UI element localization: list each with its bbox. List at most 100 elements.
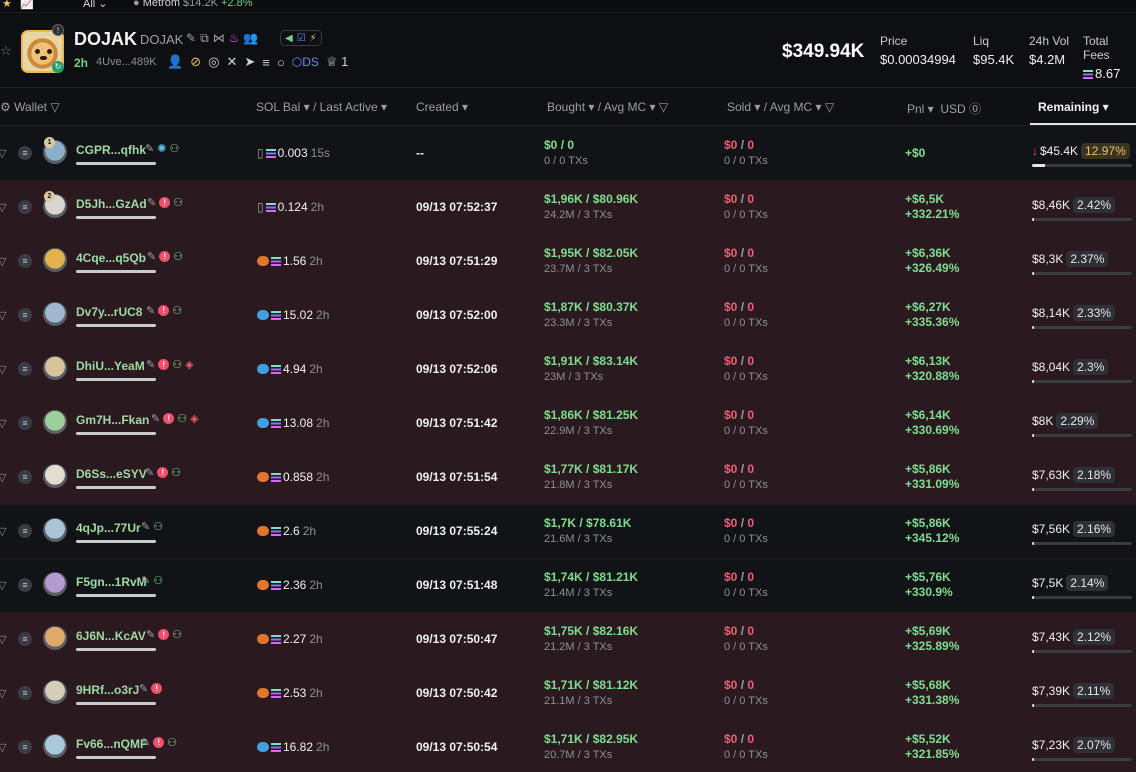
twitter-x-icon[interactable]: ✕ [226,54,237,70]
warning-icon[interactable]: ⊘ [190,54,201,70]
user-check-icon[interactable]: ⚇ [173,196,183,209]
row-filter-icon[interactable]: ▽ [0,255,6,268]
table-row[interactable]: ▽ ≡ 1 CGPR...qfhk ✎ ✺ ⚇ ▯ 0.003 15s -- $0 / 00 / 0 … [0,127,1136,181]
dexscreener-link[interactable]: ⬡DS [292,55,319,69]
user-check-icon[interactable]: ⚇ [173,250,183,263]
user-check-icon[interactable]: ⚇ [171,466,181,479]
row-filter-icon[interactable]: ▽ [0,525,6,538]
column-bought[interactable]: Bought ▾ / Avg MC ▾ ▽ [547,100,668,114]
row-menu-icon[interactable]: ≡ [18,416,32,430]
wallet-address-link[interactable]: CGPR...qfhk [76,143,146,157]
user-check-icon[interactable]: ⚇ [169,142,179,155]
copy-icon[interactable]: ⧉ [200,31,209,46]
row-menu-icon[interactable]: ≡ [18,524,32,538]
edit-icon[interactable]: ✎ [139,682,148,695]
table-row[interactable]: ▽ ≡ Fv66...nQMF ✎! ⚇ 16.82 2h 09/13 07:50:54 $1,… [0,721,1136,772]
table-row[interactable]: ▽ ≡ 9HRf...o3rJ ✎! 2.53 2h 09/13 07:50:42 $1,71… [0,667,1136,721]
user-check-icon[interactable]: ⚇ [167,736,177,749]
wallet-address-link[interactable]: D5Jh...GzAd [76,197,147,211]
row-filter-icon[interactable]: ▽ [0,579,6,592]
wallet-address-link[interactable]: 6J6N...KcAV [76,629,146,643]
table-row[interactable]: ▽ ≡ 4qJp...77Ur ✎ ⚇ 2.6 2h 09/13 07:55:24 $1,7K … [0,505,1136,559]
wallet-address-link[interactable]: 4qJp...77Ur [76,521,141,535]
wallet-address-link[interactable]: Gm7H...Fkan [76,413,149,427]
pump-icon[interactable]: ≡ [262,55,270,70]
table-row[interactable]: ▽ ≡ D6Ss...eSYV ✎! ⚇ 0.858 2h 09/13 07:51:54 $1,… [0,451,1136,505]
row-menu-icon[interactable]: ≡ [18,578,32,592]
row-filter-icon[interactable]: ▽ [0,687,6,700]
user-icon[interactable]: 👤 [167,54,183,70]
edit-icon[interactable]: ✎ [146,304,155,317]
user-check-icon[interactable]: ⚇ [172,304,182,317]
edit-icon[interactable]: ✎ [151,412,160,425]
edit-icon[interactable]: ✎ [141,736,150,749]
column-sol-bal[interactable]: SOL Bal ▾ / Last Active ▾ [256,100,387,114]
user-check-icon[interactable]: ⚇ [172,358,182,371]
column-wallet[interactable]: ⚙ Wallet ▽ [0,100,60,114]
row-filter-icon[interactable]: ▽ [0,147,6,160]
wallet-address-link[interactable]: F5gn...1RvM [76,575,147,589]
table-row[interactable]: ▽ ≡ F5gn...1RvM ✎ ⚇ 2.36 2h 09/13 07:51:48 $1,74… [0,559,1136,613]
row-filter-icon[interactable]: ▽ [0,471,6,484]
row-menu-icon[interactable]: ≡ [18,362,32,376]
column-sold[interactable]: Sold ▾ / Avg MC ▾ ▽ [727,100,834,114]
row-menu-icon[interactable]: ≡ [18,632,32,646]
row-menu-icon[interactable]: ≡ [18,146,32,160]
row-filter-icon[interactable]: ▽ [0,201,6,214]
row-filter-icon[interactable]: ▽ [0,633,6,646]
chart-icon[interactable]: 📈 [20,0,34,10]
token-badges[interactable]: ◀ ☑ ⚡ [280,30,322,46]
row-menu-icon[interactable]: ≡ [18,308,32,322]
row-menu-icon[interactable]: ≡ [18,254,32,268]
table-row[interactable]: ▽ ≡ Dv7y...rUC8 ✎! ⚇ 15.02 2h 09/13 07:52:00 $1,… [0,289,1136,343]
row-menu-icon[interactable]: ≡ [18,470,32,484]
edit-icon[interactable]: ✎ [145,466,154,479]
wallet-address-link[interactable]: D6Ss...eSYV [76,467,147,481]
wallet-address-link[interactable]: DhiU...YeaM [76,359,145,373]
sol-balance: 15.02 2h [257,308,329,322]
wallet-address-link[interactable]: 9HRf...o3rJ [76,683,139,697]
edit-icon[interactable]: ✎ [146,358,155,371]
row-filter-icon[interactable]: ▽ [0,741,6,754]
telegram-icon[interactable]: ➤ [244,54,255,70]
edit-icon[interactable]: ✎ [186,31,196,46]
row-filter-icon[interactable]: ▽ [0,363,6,376]
ticker-item[interactable]: ● Metrom $14.2K +2.8% [133,0,252,9]
row-menu-icon[interactable]: ≡ [18,740,32,754]
globe-icon[interactable]: ◎ [208,54,219,70]
wallet-address-link[interactable]: Fv66...nQMF [76,737,147,751]
user-check-icon[interactable]: ⚇ [153,574,163,587]
row-menu-icon[interactable]: ≡ [18,200,32,214]
star-icon[interactable]: ★ [2,0,12,10]
filter-dropdown[interactable]: All ⌄ [83,0,108,10]
sol-balance: 2.36 2h [257,578,323,592]
edit-icon[interactable]: ✎ [141,574,150,587]
edit-icon[interactable]: ✎ [147,196,156,209]
info-badge-icon[interactable]: ! [52,24,64,36]
edit-icon[interactable]: ✎ [145,142,154,155]
column-pnl[interactable]: Pnl ▾ USD ⓪ [907,100,981,117]
search-icon[interactable]: ○ [277,55,285,70]
user-check-icon[interactable]: ⚇ [172,628,182,641]
table-row[interactable]: ▽ ≡ Gm7H...Fkan ✎! ⚇ ◈ 13.08 2h 09/13 07:51:42 $1… [0,397,1136,451]
edit-icon[interactable]: ✎ [146,628,155,641]
user-check-icon[interactable]: ⚇ [177,412,187,425]
column-created[interactable]: Created ▾ [416,100,468,114]
row-menu-icon[interactable]: ≡ [18,686,32,700]
table-row[interactable]: ▽ ≡ 2 D5Jh...GzAd ✎! ⚇ ▯ 0.124 2h 09/13 07:52:37 $… [0,181,1136,235]
row-filter-icon[interactable]: ▽ [0,417,6,430]
table-row[interactable]: ▽ ≡ DhiU...YeaM ✎! ⚇ ◈ 4.94 2h 09/13 07:52:06 $1,… [0,343,1136,397]
user-check-icon[interactable]: ⚇ [153,520,163,533]
edit-icon[interactable]: ✎ [147,250,156,263]
table-row[interactable]: ▽ ≡ 6J6N...KcAV ✎! ⚇ 2.27 2h 09/13 07:50:47 $1,7… [0,613,1136,667]
row-filter-icon[interactable]: ▽ [0,309,6,322]
wallet-address-link[interactable]: 4Cqe...q5Qb [76,251,146,265]
edit-icon[interactable]: ✎ [141,520,150,533]
crown-icon[interactable]: ♕ 1 [326,54,349,70]
share-icon[interactable]: ⋈ [213,31,225,46]
favorite-star-icon[interactable]: ☆ [0,43,12,59]
token-address[interactable]: 4Uve...489K [96,56,157,68]
table-row[interactable]: ▽ ≡ 4Cqe...q5Qb ✎! ⚇ 1.56 2h 09/13 07:51:29 $1,9… [0,235,1136,289]
column-remaining[interactable]: Remaining ▾ [1038,100,1109,114]
wallet-address-link[interactable]: Dv7y...rUC8 [76,305,142,319]
